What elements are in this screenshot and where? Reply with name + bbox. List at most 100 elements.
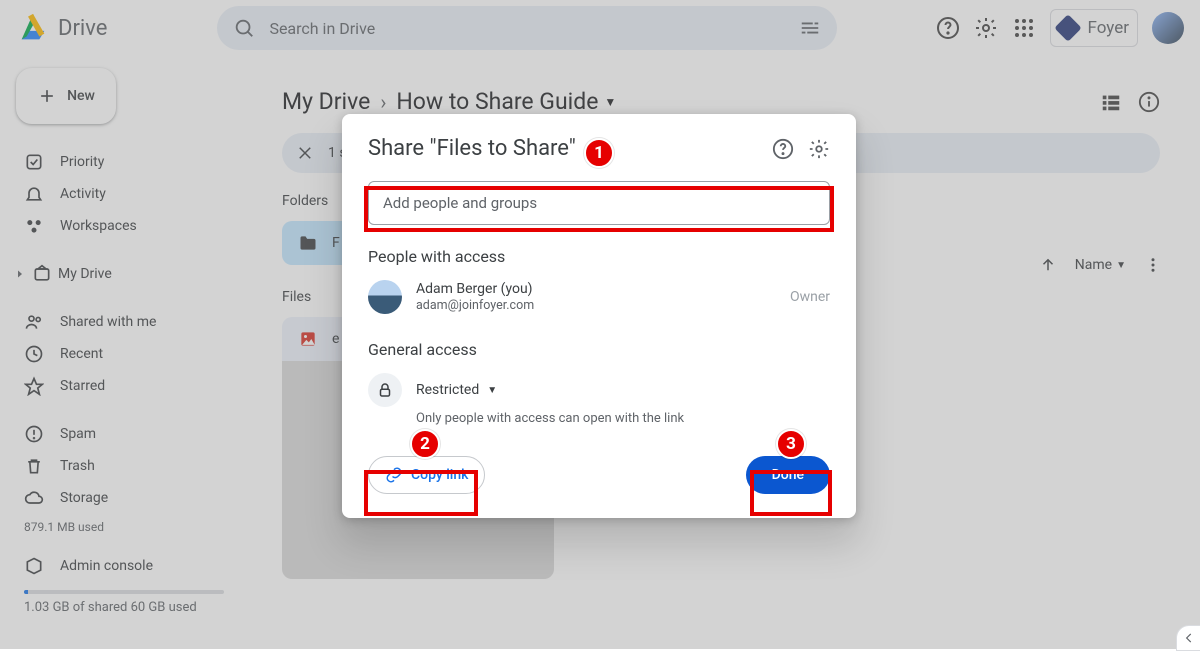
sort-by-name[interactable]: Name ▼ (1075, 257, 1126, 273)
list-view-icon[interactable] (1100, 91, 1122, 113)
product-title: Drive (58, 16, 107, 41)
nav-admin-console[interactable]: Admin console (12, 550, 232, 582)
nav-label: My Drive (58, 266, 112, 282)
priority-icon (24, 152, 44, 172)
annotation-badge-3: 3 (776, 429, 806, 459)
storage-used-text: 879.1 MB used (24, 520, 232, 534)
clock-icon (24, 344, 44, 364)
storage-summary: 1.03 GB of shared 60 GB used (24, 600, 232, 615)
foyer-extension-chip[interactable]: Foyer (1050, 9, 1138, 47)
help-icon[interactable] (936, 16, 960, 40)
side-panel-toggle[interactable] (1176, 625, 1200, 651)
nav-label: Admin console (60, 558, 153, 574)
breadcrumb: My Drive › How to Share Guide ▼ (282, 88, 1160, 115)
copy-link-button[interactable]: Copy link (368, 456, 485, 494)
workspaces-icon (24, 216, 44, 236)
person-row: Adam Berger (you) adam@joinfoyer.com Own… (368, 280, 830, 314)
general-access-heading: General access (368, 340, 830, 359)
folder-icon (298, 233, 318, 253)
breadcrumb-root[interactable]: My Drive (282, 88, 370, 115)
caret-down-icon: ▼ (487, 385, 497, 396)
nav-my-drive[interactable]: My Drive (12, 258, 232, 290)
star-icon (24, 376, 44, 396)
nav-label: Workspaces (60, 218, 137, 234)
access-level-label: Restricted (416, 382, 479, 398)
nav-activity[interactable]: Activity (12, 178, 232, 210)
sidebar: New Priority Activity Workspaces My Driv… (0, 68, 240, 615)
breadcrumb-current-label: How to Share Guide (396, 88, 598, 115)
nav-label: Shared with me (60, 314, 156, 330)
apps-icon[interactable] (1012, 16, 1036, 40)
drive-logo-icon (16, 11, 50, 45)
caret-down-icon: ▼ (1116, 260, 1126, 271)
bell-icon (24, 184, 44, 204)
link-icon (385, 466, 403, 484)
more-icon[interactable] (1144, 256, 1162, 274)
nav-recent[interactable]: Recent (12, 338, 232, 370)
settings-icon[interactable] (974, 16, 998, 40)
nav-label: Spam (60, 426, 96, 442)
person-name: Adam Berger (you) (416, 281, 534, 298)
done-button[interactable]: Done (746, 456, 830, 494)
people-with-access-heading: People with access (368, 247, 830, 266)
nav-workspaces[interactable]: Workspaces (12, 210, 232, 242)
nav-label: Trash (60, 458, 95, 474)
nav-label: Starred (60, 378, 105, 394)
nav-label: Storage (60, 490, 108, 506)
spam-icon (24, 424, 44, 444)
chevron-left-icon (1182, 631, 1196, 645)
nav-label: Activity (60, 186, 106, 202)
nav-storage[interactable]: Storage (12, 482, 232, 514)
folder-name: F (332, 235, 340, 251)
file-name: e (332, 331, 339, 347)
new-button-label: New (67, 88, 95, 104)
nav-label: Recent (60, 346, 103, 362)
general-access-row[interactable]: Restricted ▼ (368, 373, 830, 407)
info-icon[interactable] (1138, 91, 1160, 113)
close-icon[interactable] (296, 144, 314, 162)
chevron-right-icon: › (380, 90, 386, 114)
image-file-icon (298, 329, 318, 349)
lock-icon (368, 373, 402, 407)
nav-priority[interactable]: Priority (12, 146, 232, 178)
done-label: Done (772, 467, 804, 483)
foyer-logo-icon (1055, 15, 1081, 41)
nav-trash[interactable]: Trash (12, 450, 232, 482)
nav-label: Priority (60, 154, 104, 170)
admin-icon (24, 556, 44, 576)
search-bar[interactable]: Search in Drive (217, 6, 837, 50)
access-description: Only people with access can open with th… (416, 411, 830, 426)
annotation-badge-1: 1 (584, 138, 614, 168)
sort-col-label: Name (1075, 257, 1112, 273)
tune-icon[interactable] (799, 17, 821, 39)
drive-folder-icon (32, 264, 52, 284)
nav-starred[interactable]: Starred (12, 370, 232, 402)
person-avatar (368, 280, 402, 314)
trash-icon (24, 456, 44, 476)
add-people-input[interactable]: Add people and groups (368, 181, 830, 225)
help-icon[interactable] (772, 138, 794, 160)
copy-link-label: Copy link (411, 467, 468, 483)
search-icon (233, 17, 255, 39)
people-icon (24, 312, 44, 332)
new-button[interactable]: New (16, 68, 116, 124)
settings-icon[interactable] (808, 138, 830, 160)
person-email: adam@joinfoyer.com (416, 298, 534, 313)
cloud-icon (24, 488, 44, 508)
arrow-up-icon[interactable] (1039, 256, 1057, 274)
caret-down-icon: ▼ (604, 95, 616, 109)
nav-spam[interactable]: Spam (12, 418, 232, 450)
add-people-placeholder: Add people and groups (383, 194, 537, 212)
storage-progress (24, 590, 224, 594)
breadcrumb-current[interactable]: How to Share Guide ▼ (396, 88, 616, 115)
search-placeholder: Search in Drive (269, 19, 799, 38)
list-sort-header: Name ▼ (1039, 256, 1162, 274)
nav-shared-with-me[interactable]: Shared with me (12, 306, 232, 338)
person-role: Owner (790, 289, 830, 305)
plus-icon (37, 86, 57, 106)
annotation-badge-2: 2 (410, 429, 440, 459)
app-header: Drive Search in Drive Foyer (0, 0, 1200, 56)
foyer-label: Foyer (1087, 18, 1129, 38)
dialog-title: Share "Files to Share" (368, 136, 576, 161)
account-avatar[interactable] (1152, 12, 1184, 44)
